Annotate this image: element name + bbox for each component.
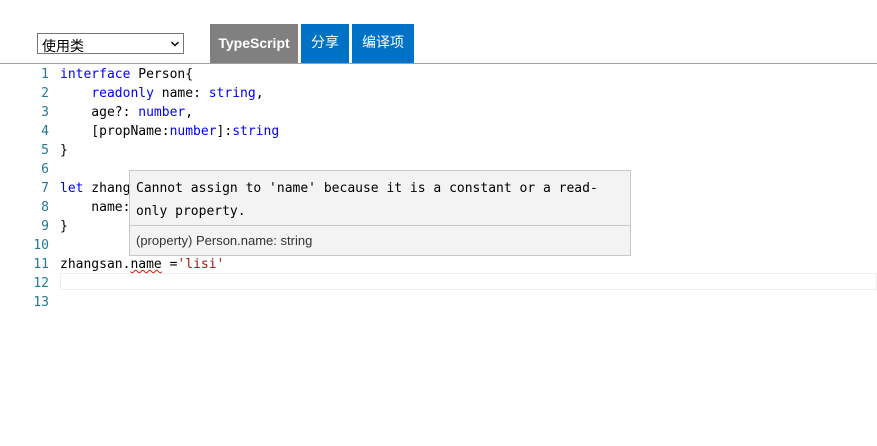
line-number: 12 <box>33 276 49 291</box>
code-text: readonly name: string, <box>91 86 264 101</box>
line-number: 13 <box>33 295 49 310</box>
code-text: zhangsan.name ='lisi' <box>60 257 225 272</box>
line-number: 2 <box>41 86 49 101</box>
error-hover-tooltip: Cannot assign to 'name' because it is a … <box>129 170 631 256</box>
line-number: 9 <box>41 219 49 234</box>
line-number: 11 <box>33 257 49 272</box>
code-line-13: 13 <box>0 293 877 312</box>
code-text: name: <box>60 200 131 215</box>
code-line-5: 5 } <box>0 141 877 160</box>
code-line-2: 2 readonly name: string, <box>0 84 877 103</box>
toolbar: 使用类 TypeScript 分享 编译项 <box>0 0 877 64</box>
code-text: age?: number, <box>60 105 194 120</box>
code-text: let zhang <box>60 181 131 196</box>
code-text: [propName:number]:string <box>60 124 280 139</box>
compiler-options-button[interactable]: 编译项 <box>352 24 414 63</box>
line-number: 4 <box>41 124 49 139</box>
typescript-tab[interactable]: TypeScript <box>210 24 298 63</box>
line-number: 7 <box>41 181 49 196</box>
tooltip-divider <box>130 225 630 226</box>
share-button[interactable]: 分享 <box>301 24 349 63</box>
error-message: Cannot assign to 'name' because it is a … <box>136 181 598 219</box>
line-number: 10 <box>33 238 49 253</box>
code-line-12: 12 <box>0 274 877 293</box>
chevron-down-icon <box>171 41 179 47</box>
error-squiggle: name <box>130 257 162 272</box>
line-number: 3 <box>41 105 49 120</box>
code-line-11: 11 zhangsan.name ='lisi' <box>0 255 877 274</box>
example-select-value: 使用类 <box>42 39 84 55</box>
code-text: interface Person{ <box>60 67 194 82</box>
example-select[interactable]: 使用类 <box>37 33 184 55</box>
code-text: } <box>60 143 68 158</box>
code-line-1: 1 interface Person{ <box>0 65 877 84</box>
line-number: 6 <box>41 162 49 177</box>
line-number: 5 <box>41 143 49 158</box>
line-number: 1 <box>41 67 49 82</box>
type-signature: (property) Person.name: string <box>136 233 313 248</box>
code-line-4: 4 [propName:number]:string <box>0 122 877 141</box>
code-line-3: 3 age?: number, <box>0 103 877 122</box>
line-number: 8 <box>41 200 49 215</box>
code-text: } <box>60 219 68 234</box>
